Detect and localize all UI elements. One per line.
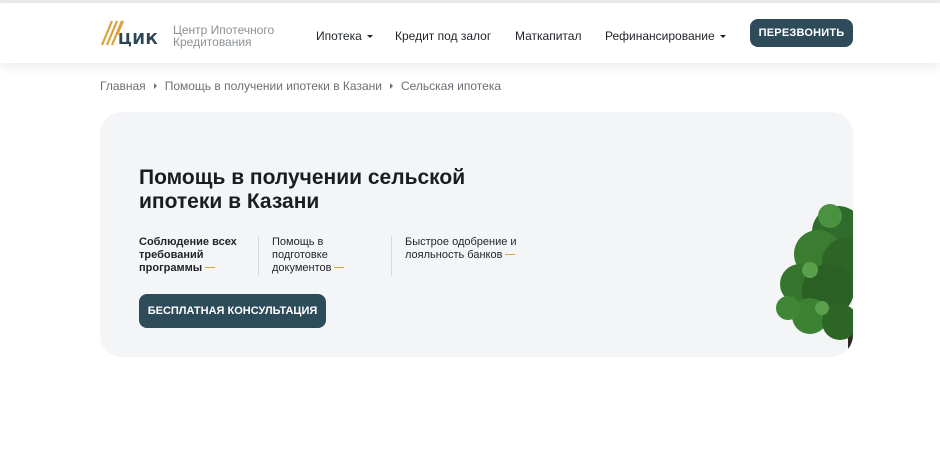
- logo-text: ЦИК: [118, 30, 159, 48]
- breadcrumb-kazan[interactable]: Помощь в получении ипотеки в Казани: [165, 79, 382, 93]
- nav-item-kredit[interactable]: Кредит под залог: [395, 29, 491, 43]
- nav-item-matkapital[interactable]: Маткапитал: [515, 29, 581, 43]
- chevron-right-icon: [389, 83, 393, 89]
- breadcrumb-home[interactable]: Главная: [100, 79, 146, 93]
- feature-line: требований: [139, 249, 204, 261]
- callback-button[interactable]: ПЕРЕЗВОНИТЬ: [750, 19, 853, 47]
- divider: [258, 236, 259, 276]
- chevron-right-icon: [153, 83, 157, 89]
- nav-item-refinance[interactable]: Рефинансирование: [605, 29, 726, 43]
- breadcrumb: Главная Помощь в получении ипотеки в Каз…: [100, 79, 501, 93]
- feature-line: Соблюдение всех: [139, 236, 237, 248]
- feature-line: Быстрое одобрение и: [405, 236, 517, 248]
- accent-dash: [334, 267, 345, 268]
- nav-item-label: Рефинансирование: [605, 29, 715, 43]
- divider: [391, 236, 392, 276]
- chevron-down-icon: [366, 35, 373, 38]
- nav-item-label: Кредит под залог: [395, 29, 492, 43]
- hero-banner: Помощь в получении сельской ипотеки в Ка…: [100, 112, 853, 357]
- brand-name: Центр Ипотечного Кредитования: [173, 24, 274, 48]
- accent-dash: [505, 254, 516, 255]
- nav-item-label: Маткапитал: [515, 29, 582, 43]
- nav-item-ipoteka[interactable]: Ипотека: [316, 29, 373, 43]
- feature-line: документов: [272, 262, 332, 274]
- feature-approval: Быстрое одобрение и лояльность банков: [405, 236, 517, 262]
- feature-line: лояльность банков: [405, 249, 503, 261]
- tree-icon: [776, 204, 853, 357]
- logo[interactable]: ЦИК: [100, 17, 160, 51]
- feature-documents: Помощь в подготовке документов: [272, 236, 345, 275]
- chevron-down-icon: [719, 35, 726, 38]
- feature-requirements: Соблюдение всех требований программы: [139, 236, 237, 275]
- page-title: Помощь в получении сельской ипотеки в Ка…: [139, 166, 466, 213]
- feature-line: Помощь в: [272, 236, 324, 248]
- site-header: ЦИК Центр Ипотечного Кредитования Ипотек…: [0, 3, 940, 63]
- free-consultation-button[interactable]: БЕСПЛАТНАЯ КОНСУЛЬТАЦИЯ: [139, 294, 326, 328]
- feature-line: подготовке: [272, 249, 328, 261]
- feature-line: программы: [139, 262, 203, 274]
- breadcrumb-current: Сельская ипотека: [400, 79, 502, 93]
- accent-dash: [205, 267, 216, 268]
- brand-line-2: Кредитования: [173, 35, 252, 49]
- nav-item-label: Ипотека: [316, 29, 362, 43]
